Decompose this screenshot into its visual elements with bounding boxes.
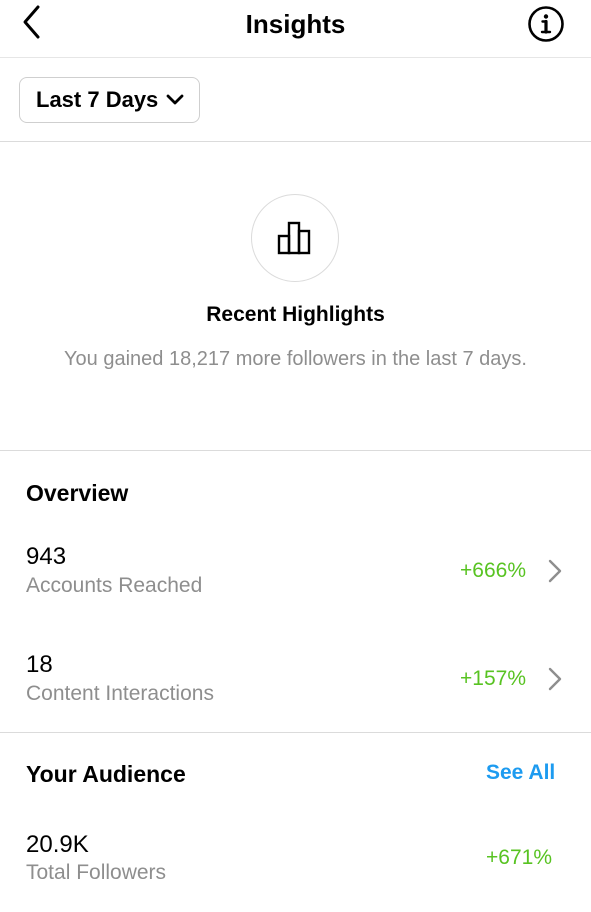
info-button[interactable] (527, 5, 565, 43)
see-all-link[interactable]: See All (486, 760, 555, 786)
section-divider (0, 732, 591, 733)
highlights-title: Recent Highlights (206, 303, 385, 326)
chevron-right-icon (548, 667, 562, 691)
date-range-dropdown[interactable]: Last 7 Days (19, 77, 200, 123)
metric-change: +671% (486, 846, 552, 869)
audience-title: Your Audience (26, 761, 186, 787)
recent-highlights-card: Recent Highlights You gained 18,217 more… (0, 142, 591, 451)
chevron-right-icon (548, 559, 562, 583)
chevron-down-icon (166, 94, 184, 105)
metric-change: +666% (460, 559, 526, 582)
highlight-icon-circle (251, 194, 339, 282)
bar-chart-icon (277, 221, 311, 255)
date-range-label: Last 7 Days (36, 87, 159, 112)
overview-title: Overview (26, 480, 129, 506)
highlights-description: You gained 18,217 more followers in the … (64, 348, 527, 370)
filter-bar: Last 7 Days (0, 58, 591, 142)
metric-label: Accounts Reached (26, 574, 203, 597)
metric-value: 20.9K (26, 831, 89, 858)
metric-label: Content Interactions (26, 682, 214, 705)
metric-value: 943 (26, 543, 67, 570)
metric-label: Total Followers (26, 861, 167, 884)
metric-value: 18 (26, 651, 53, 678)
page-title: Insights (245, 9, 346, 39)
info-icon (528, 6, 564, 42)
top-bar: Insights (0, 0, 591, 58)
metric-change: +157% (460, 667, 526, 690)
